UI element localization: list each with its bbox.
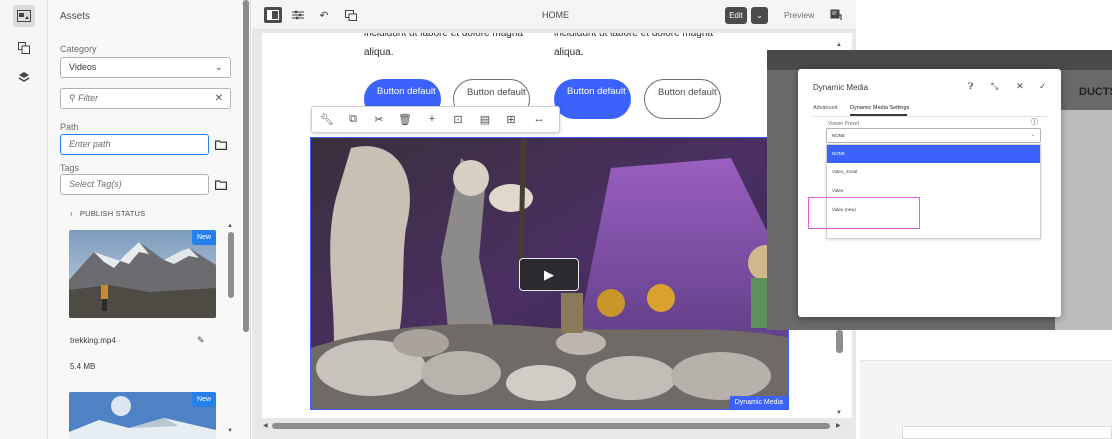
- button-default[interactable]: Button default: [644, 79, 721, 119]
- chevron-down-icon: ⌄: [756, 11, 763, 20]
- search-icon: ⚲: [69, 93, 76, 103]
- scroll-up-icon[interactable]: ▲: [227, 223, 233, 229]
- tab-divider: [813, 116, 1049, 117]
- background-heading: DUCTS: [1079, 86, 1112, 98]
- component-toolbar: 🔧︎ ⧉ ✂︎ 🗑︎ + ⊡ ▤ ⊞ ↔: [311, 106, 560, 133]
- panel-splitter[interactable]: [243, 0, 249, 332]
- chevron-right-icon: ›: [70, 209, 73, 218]
- path-label: Path: [60, 122, 79, 132]
- insert-icon[interactable]: +: [425, 113, 439, 125]
- preview-button[interactable]: Preview: [784, 10, 814, 20]
- highlight-box: [808, 197, 920, 229]
- scroll-left-icon[interactable]: ◀: [263, 422, 268, 429]
- component-label: Dynamic Media: [729, 396, 788, 409]
- chevron-down-icon: ⌄: [1030, 132, 1035, 138]
- tab-advanced[interactable]: Advanced: [813, 105, 837, 111]
- assets-icon[interactable]: [13, 5, 35, 27]
- tags-input[interactable]: Select Tag(s): [60, 174, 209, 195]
- scroll-down-icon[interactable]: ▼: [836, 410, 842, 416]
- editor-toolbar: ↶ HOME Edit ⌄ Preview: [252, 0, 856, 30]
- dynamic-media-dialog: Dynamic Media ❓︎ ⤡ ✕ ✓ Advanced Dynamic …: [798, 69, 1061, 317]
- viewer-preset-select[interactable]: NONE ⌄: [826, 128, 1041, 143]
- page-title: HOME: [542, 10, 569, 20]
- edit-icon[interactable]: ✎: [197, 335, 205, 346]
- option-none[interactable]: NONE: [827, 145, 1040, 163]
- path-input[interactable]: Enter path: [60, 134, 209, 155]
- folder-icon[interactable]: [211, 174, 231, 195]
- scroll-up-icon[interactable]: ▲: [836, 42, 842, 48]
- text-block: incididunt ut labore et dolore magna ali…: [554, 33, 713, 62]
- folder-icon[interactable]: [211, 134, 231, 155]
- done-icon[interactable]: ✓: [1039, 81, 1047, 92]
- viewer-preset-label: Viewer Preset: [828, 121, 860, 127]
- new-badge: New: [191, 392, 216, 407]
- asset-name: trekking.mp4: [70, 336, 116, 345]
- backdrop-panel: [1055, 110, 1112, 330]
- asset-card[interactable]: New: [69, 392, 216, 439]
- select-value: NONE: [832, 133, 846, 138]
- edit-mode-button[interactable]: Edit: [725, 7, 747, 24]
- mode-dropdown-button[interactable]: ⌄: [751, 7, 768, 24]
- side-rail: [0, 0, 48, 439]
- info-icon[interactable]: ⓘ: [1031, 117, 1038, 127]
- category-label: Category: [60, 44, 97, 54]
- canvas-horizontal-scrollbar[interactable]: [272, 423, 830, 429]
- tab-dynamic-media-settings[interactable]: Dynamic Media Settings: [850, 105, 909, 111]
- undo-icon[interactable]: ↶: [315, 7, 333, 23]
- copy-icon[interactable]: ⧉: [346, 113, 360, 126]
- panel-scrollbar[interactable]: [228, 232, 234, 298]
- new-badge: New: [191, 230, 216, 245]
- category-value: Videos: [69, 62, 97, 72]
- publish-status-label: PUBLISH STATUS: [79, 209, 146, 218]
- category-select[interactable]: Videos ⌄: [60, 57, 231, 78]
- text-line: aliqua.: [554, 47, 584, 58]
- help-icon[interactable]: ❓︎: [968, 81, 973, 92]
- asset-card[interactable]: New: [69, 230, 216, 318]
- canvas-vertical-scrollbar[interactable]: [836, 330, 843, 353]
- layout-icon[interactable]: ⊞: [504, 113, 518, 126]
- tags-placeholder: Select Tag(s): [69, 179, 122, 189]
- cut-icon[interactable]: ✂︎: [372, 113, 386, 126]
- parent-icon[interactable]: ▤: [478, 113, 492, 126]
- properties-icon[interactable]: [289, 7, 307, 23]
- text-line: aliqua.: [364, 47, 394, 58]
- option-video-social[interactable]: Video_social: [827, 163, 1040, 181]
- layers-icon[interactable]: [13, 66, 35, 88]
- toggle-side-panel-icon[interactable]: [264, 7, 282, 23]
- publish-page-icon[interactable]: [827, 7, 845, 23]
- resize-icon[interactable]: ↔: [532, 113, 546, 125]
- clear-icon[interactable]: ✕: [215, 89, 223, 108]
- scroll-down-icon[interactable]: ▼: [227, 428, 233, 434]
- button-default[interactable]: Button default: [554, 79, 631, 119]
- filter-placeholder: Filter: [78, 93, 99, 103]
- text-block: incididunt ut labore et dolore magna ali…: [364, 33, 523, 62]
- configure-icon[interactable]: 🔧︎: [320, 113, 334, 126]
- text-line: incididunt ut labore et dolore magna: [364, 33, 523, 39]
- fullscreen-icon[interactable]: ⤡: [991, 81, 998, 92]
- background-field: [902, 426, 1112, 439]
- group-icon[interactable]: ⊡: [451, 113, 465, 126]
- text-line: incididunt ut labore et dolore magna: [554, 33, 713, 39]
- path-placeholder: Enter path: [69, 139, 111, 149]
- assets-panel: Assets Category Videos ⌄ ⚲ Filter ✕ Path…: [48, 0, 251, 439]
- scroll-right-icon[interactable]: ▶: [836, 422, 841, 429]
- components-icon[interactable]: [13, 37, 35, 59]
- panel-title: Assets: [60, 11, 91, 22]
- dialog-title: Dynamic Media: [813, 83, 869, 92]
- close-icon[interactable]: ✕: [1016, 81, 1024, 92]
- video-component[interactable]: ▶ Dynamic Media: [310, 137, 789, 410]
- publish-status-toggle[interactable]: › PUBLISH STATUS: [70, 209, 145, 218]
- delete-icon[interactable]: 🗑︎: [398, 113, 412, 126]
- asset-size: 5.4 MB: [70, 362, 96, 371]
- tags-label: Tags: [60, 163, 80, 173]
- play-button[interactable]: ▶: [519, 258, 579, 291]
- backdrop-band: [767, 50, 1112, 70]
- chevron-down-icon: ⌄: [214, 62, 223, 73]
- filter-input[interactable]: ⚲ Filter ✕: [60, 88, 231, 109]
- emulator-icon[interactable]: [342, 7, 360, 23]
